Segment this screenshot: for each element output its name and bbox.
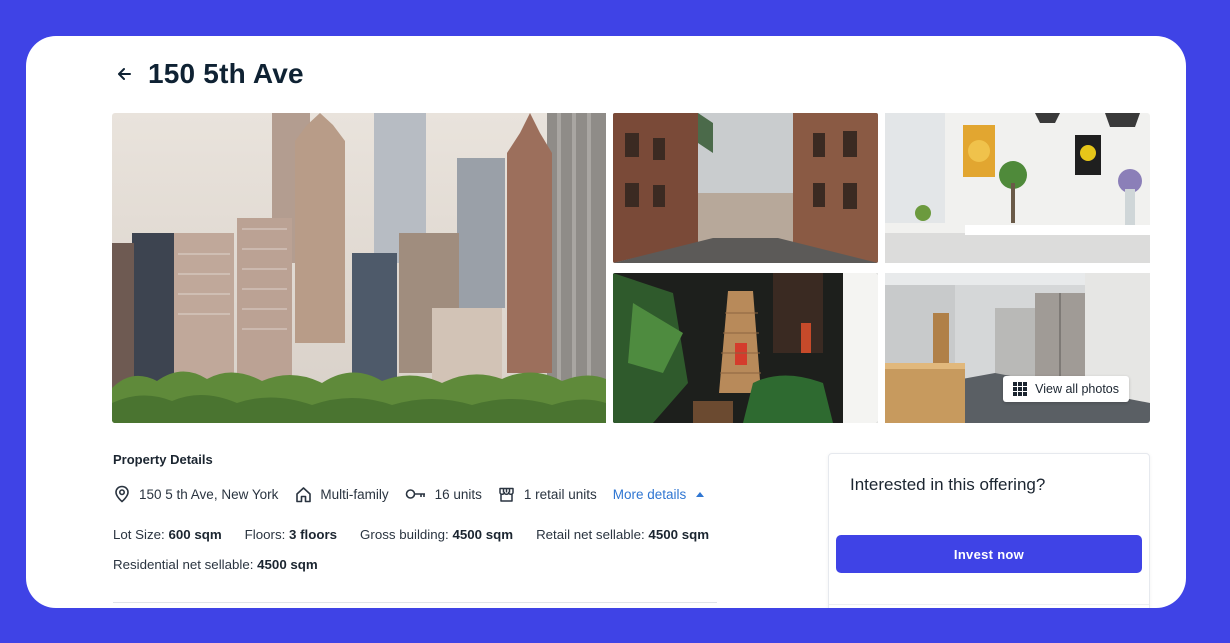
more-details-label: More details xyxy=(612,486,687,502)
address-text: 150 5 th Ave, New York xyxy=(139,486,279,502)
metric-value: 4500 sqm xyxy=(452,527,514,542)
units-item: 16 units xyxy=(405,485,482,503)
view-all-photos-button[interactable]: View all photos xyxy=(1003,376,1129,402)
home-icon xyxy=(294,485,312,503)
retail-units-text: 1 retail units xyxy=(523,486,597,502)
photo-gallery: View all photos xyxy=(112,113,1150,423)
caret-up-icon xyxy=(696,491,705,497)
section-divider xyxy=(113,602,717,603)
metric-value: 4500 sqm xyxy=(648,527,710,542)
offering-title: Interested in this offering? xyxy=(850,475,1046,494)
metric-gross-building: Gross building: 4500 sqm xyxy=(360,520,513,550)
type-item: Multi-family xyxy=(294,485,389,503)
metric-label: Floors: xyxy=(244,527,290,542)
metric-label: Lot Size: xyxy=(113,527,169,542)
storefront-icon xyxy=(498,485,516,503)
metric-floors: Floors: 3 floors xyxy=(245,520,337,550)
metric-lot-size: Lot Size: 600 sqm xyxy=(113,520,222,550)
photo-lobby[interactable]: View all photos xyxy=(885,273,1150,423)
property-card: 150 5th Ave View all photos Property Det… xyxy=(26,36,1186,608)
metric-value: 600 sqm xyxy=(168,527,222,542)
units-text: 16 units xyxy=(434,486,482,502)
property-info-row: 150 5 th Ave, New York Multi-family 16 u… xyxy=(113,485,733,503)
page-title: 150 5th Ave xyxy=(148,58,304,89)
arrow-left-icon xyxy=(118,68,131,80)
metric-label: Retail net sellable: xyxy=(536,527,649,542)
photo-main-skyline[interactable] xyxy=(112,113,606,423)
photo-street[interactable] xyxy=(613,113,878,263)
view-all-photos-label: View all photos xyxy=(1035,382,1119,396)
retail-units-item: 1 retail units xyxy=(498,485,597,503)
metric-value: 4500 sqm xyxy=(257,557,318,572)
more-details-link[interactable]: More details xyxy=(613,487,705,502)
grid-icon xyxy=(1013,382,1028,396)
metrics-list: Lot Size: 600 sqm Floors: 3 floors Gross… xyxy=(113,520,733,580)
invest-now-button[interactable]: Invest now xyxy=(836,535,1142,573)
location-pin-icon xyxy=(113,485,131,503)
metric-retail-net-sellable: Retail net sellable: 4500 sqm xyxy=(536,520,709,550)
type-text: Multi-family xyxy=(320,486,389,502)
offering-panel: Interested in this offering? Invest now xyxy=(828,453,1150,608)
metric-value: 3 floors xyxy=(289,527,338,542)
offering-divider xyxy=(829,604,1149,605)
back-button[interactable] xyxy=(112,62,136,86)
key-icon xyxy=(405,485,427,503)
metric-label: Residential net sellable: xyxy=(113,557,258,572)
property-details: Property Details 150 5 th Ave, New York … xyxy=(113,452,733,580)
metric-residential-net-sellable: Residential net sellable: 4500 sqm xyxy=(113,550,318,580)
photo-lamp[interactable] xyxy=(613,273,878,423)
address-item: 150 5 th Ave, New York xyxy=(113,485,278,503)
page-header: 150 5th Ave xyxy=(112,56,304,92)
photo-office[interactable] xyxy=(885,113,1150,263)
section-title-property-details: Property Details xyxy=(113,452,213,467)
metric-label: Gross building: xyxy=(360,527,453,542)
